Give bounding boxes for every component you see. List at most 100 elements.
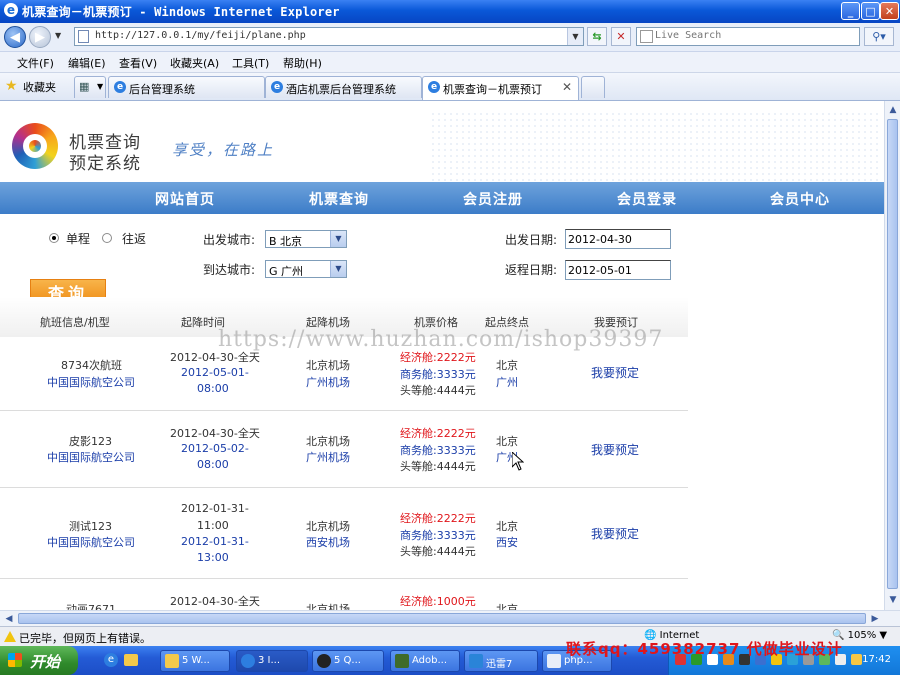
taskbar-item-qq[interactable]: 5 Q... — [312, 650, 384, 672]
taskbar-item-ie[interactable]: 3 I... — [236, 650, 308, 672]
quick-tabs-icon: ▦ — [79, 80, 90, 93]
menu-help[interactable]: 帮助(H) — [283, 55, 322, 71]
taskbar-item-xunlei[interactable]: 迅雷7 — [464, 650, 538, 672]
maximize-button[interactable]: □ — [861, 2, 880, 20]
page-content: 机票查询 预定系统 享受，在路上 网站首页 机票查询 会员注册 会员登录 会员中… — [0, 101, 884, 610]
logo-title-line2: 预定系统 — [69, 154, 141, 174]
arrive-airport: 广州机场 — [306, 376, 350, 389]
depart-time-hour: 11:00 — [197, 519, 229, 532]
route-origin: 北京 — [496, 603, 518, 610]
flight-name: 测试123 — [69, 520, 112, 533]
tab-list-dropdown-icon[interactable]: ▼ — [97, 82, 103, 91]
vertical-scroll-thumb[interactable] — [887, 119, 898, 589]
horizontal-scroll-thumb[interactable] — [18, 613, 866, 624]
ie-logo-icon: e — [4, 3, 18, 17]
menu-file[interactable]: 文件(F) — [17, 55, 54, 71]
arrive-time-hour: 08:00 — [197, 382, 229, 395]
new-tab-button[interactable] — [581, 76, 605, 98]
book-link[interactable]: 我要预定 — [591, 364, 639, 381]
favorites-star-icon[interactable]: ★ — [5, 78, 18, 94]
ie-icon — [241, 654, 255, 668]
zoom-value: 105% — [847, 630, 877, 641]
menu-favorites[interactable]: 收藏夹(A) — [170, 55, 219, 71]
from-city-label: 出发城市: — [203, 233, 256, 247]
depart-date-value: 2012-04-30 — [568, 233, 632, 246]
book-link[interactable]: 我要预定 — [591, 525, 639, 542]
tab-hotel-admin[interactable]: e 酒店机票后台管理系统 — [265, 76, 422, 98]
nav-member-center[interactable]: 会员中心 — [770, 189, 830, 209]
back-button[interactable]: ◀ — [4, 26, 26, 48]
depart-time-date: 2012-01-31- — [181, 502, 249, 515]
tab-ie-icon: e — [428, 81, 440, 93]
windows-logo-icon — [8, 653, 22, 667]
to-city-select[interactable]: G 广州 ▼ — [265, 260, 347, 278]
quicklaunch-folder-icon[interactable] — [124, 654, 138, 666]
start-button[interactable]: 开始 — [0, 646, 78, 675]
from-city-select[interactable]: B 北京 ▼ — [265, 230, 347, 248]
history-dropdown-icon[interactable]: ▼ — [55, 31, 61, 40]
close-button[interactable]: ✕ — [880, 2, 899, 20]
contact-overlay-text: 联系qq：459382737 代做毕业设计 — [566, 640, 843, 658]
flight-row: 皮影123 中国国际航空公司 2012-04-30-全天 2012-05-02-… — [0, 411, 688, 488]
taskbar-item-dreamweaver[interactable]: Adob... — [390, 650, 460, 672]
scroll-left-icon[interactable]: ◀ — [2, 612, 16, 626]
radio-one-way[interactable] — [49, 233, 59, 243]
nav-register[interactable]: 会员注册 — [463, 189, 523, 209]
warning-icon[interactable] — [4, 631, 16, 642]
forward-button[interactable]: ▶ — [29, 26, 51, 48]
radio-round-trip[interactable] — [102, 233, 112, 243]
flight-row: 动画7671 2012-04-30-全天 北京机场 经济舱:1000元 北京 — [0, 579, 688, 610]
quicklaunch-ie-icon[interactable]: e — [104, 653, 118, 667]
menu-tools[interactable]: 工具(T) — [232, 55, 269, 71]
arrive-airport: 广州机场 — [306, 451, 350, 464]
stop-button[interactable]: ✕ — [611, 27, 631, 46]
watermark-text: https://www.huzhan.com/ishop39397 — [218, 327, 664, 352]
depart-date-input[interactable]: 2012-04-30 — [565, 229, 671, 249]
favorites-label[interactable]: 收藏夹 — [23, 79, 56, 95]
address-bar[interactable]: http://127.0.0.1/my/feiji/plane.php ▼ — [74, 27, 584, 46]
nav-login[interactable]: 会员登录 — [617, 189, 677, 209]
vertical-scrollbar[interactable]: ▲ ▼ — [884, 101, 900, 610]
tab-admin-system[interactable]: e 后台管理系统 — [108, 76, 265, 98]
tray-icon[interactable] — [851, 654, 862, 665]
menu-view[interactable]: 查看(V) — [119, 55, 157, 71]
xunlei-icon — [469, 654, 483, 668]
book-link[interactable]: 我要预定 — [591, 441, 639, 458]
address-dropdown-icon[interactable]: ▼ — [567, 28, 583, 45]
scroll-right-icon[interactable]: ▶ — [868, 612, 882, 626]
tab-close-icon[interactable]: ✕ — [562, 80, 572, 94]
scroll-down-icon[interactable]: ▼ — [886, 593, 900, 607]
price-first: 头等舱:4444元 — [400, 545, 476, 558]
return-date-input[interactable]: 2012-05-01 — [565, 260, 671, 280]
tab-ie-icon: e — [114, 81, 126, 93]
route-origin: 北京 — [496, 435, 518, 448]
arrive-airport: 西安机场 — [306, 536, 350, 549]
menu-edit[interactable]: 编辑(E) — [68, 55, 106, 71]
arrive-time-date: 2012-05-02- — [181, 442, 249, 455]
col-flight-info: 航班信息/机型 — [40, 316, 110, 329]
flight-name: 动画7671 — [66, 603, 116, 610]
nav-home[interactable]: 网站首页 — [155, 189, 215, 209]
arrive-time-date: 2012-01-31- — [181, 535, 249, 548]
minimize-button[interactable]: _ — [841, 2, 860, 20]
refresh-button[interactable]: ⇆ — [587, 27, 607, 46]
price-first: 头等舱:4444元 — [400, 460, 476, 473]
return-date-value: 2012-05-01 — [568, 264, 632, 277]
window-title: 机票查询－机票预订 - Windows Internet Explorer — [22, 5, 340, 19]
folder-icon — [165, 654, 179, 668]
search-button[interactable]: ⚲▾ — [864, 27, 894, 46]
depart-time: 2012-04-30-全天 — [170, 427, 260, 440]
round-trip-label: 往返 — [122, 232, 147, 246]
nav-flight-query[interactable]: 机票查询 — [309, 189, 369, 209]
scroll-up-icon[interactable]: ▲ — [886, 103, 900, 117]
horizontal-scrollbar[interactable]: ◀ ▶ — [0, 610, 900, 627]
tab-flight-query[interactable]: e 机票查询－机票预订 ✕ — [422, 76, 579, 100]
quick-tabs-button[interactable]: ▦ ▼ — [74, 76, 106, 98]
taskbar-item-label: Adob... — [412, 655, 448, 666]
taskbar-item-explorer[interactable]: 5 W... — [160, 650, 230, 672]
price-business: 商务舱:3333元 — [400, 444, 476, 457]
live-search-box[interactable] — [636, 27, 860, 46]
depart-airport: 北京机场 — [306, 520, 350, 533]
live-search-input[interactable] — [655, 30, 845, 41]
page-icon — [78, 30, 89, 43]
